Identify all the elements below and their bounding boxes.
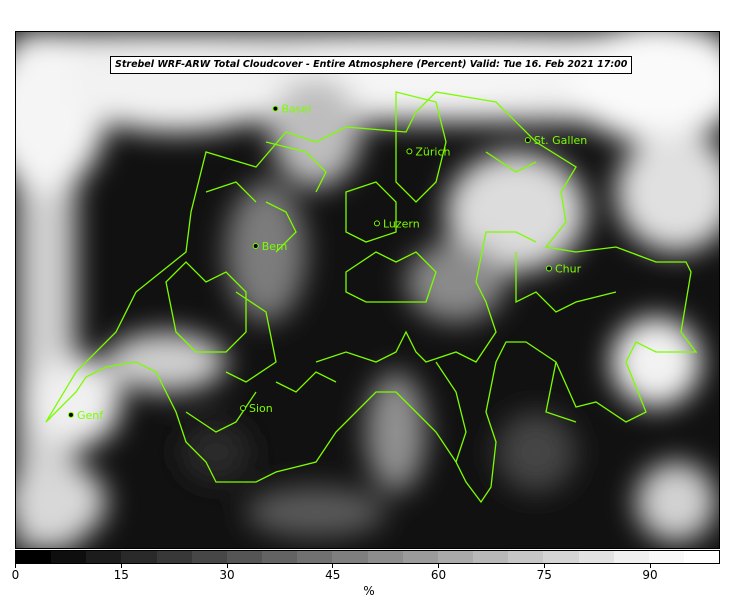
colorbar [15,550,720,564]
colorbar-tick-label: 60 [430,568,447,582]
city-marker [240,405,247,412]
city-marker [545,265,552,272]
colorbar-segment [613,551,649,563]
colorbar-tick-label: 75 [536,568,552,582]
colorbar-segment [683,551,720,563]
city-label: Bern [262,240,288,253]
cloudcover-map: Basel Zürich St. Gallen Luzern Bern Chur Genf S… [16,32,719,548]
city-label: Zürich [415,145,450,158]
colorbar-segment [543,551,579,563]
colorbar-tick-label: 0 [11,568,20,582]
map-title: Strebel WRF-ARW Total Cloudcover - Entir… [110,56,633,74]
colorbar-tick-label: 15 [113,568,129,582]
city-marker [406,148,413,155]
city-marker [373,220,380,227]
colorbar-segment [402,551,438,563]
city-marker [67,411,74,418]
colorbar-segment [51,551,87,563]
colorbar-segment [297,551,333,563]
colorbar-segment [226,551,263,563]
colorbar-unit-label: % [363,584,375,598]
city-label: Basel [281,103,311,116]
city-label: Sion [249,402,273,415]
colorbar-tick-label: 90 [642,568,658,582]
city-label: St. Gallen [534,134,587,147]
colorbar-tick-label: 45 [325,568,341,582]
city-label: Chur [555,262,582,275]
colorbar-segment [86,551,122,563]
colorbar-segment [648,551,684,563]
city-marker [272,105,279,112]
colorbar-segment [578,551,614,563]
city-label: Genf [77,409,104,422]
city-label: Luzern [383,217,420,230]
colorbar-segment [367,551,403,563]
colorbar-segment [508,551,544,563]
colorbar-segment [156,551,192,563]
colorbar-segment [473,551,509,563]
colorbar-segment [262,551,298,563]
colorbar-tick-label: 30 [219,568,235,582]
map-panel: Basel Zürich St. Gallen Luzern Bern Chur Genf S… [15,31,720,549]
colorbar-segment [121,551,157,563]
city-marker [252,242,259,249]
colorbar-segment [437,551,474,563]
city-marker [524,137,531,144]
colorbar-segment [332,551,368,563]
colorbar-segment [191,551,227,563]
colorbar-segment [16,551,52,563]
